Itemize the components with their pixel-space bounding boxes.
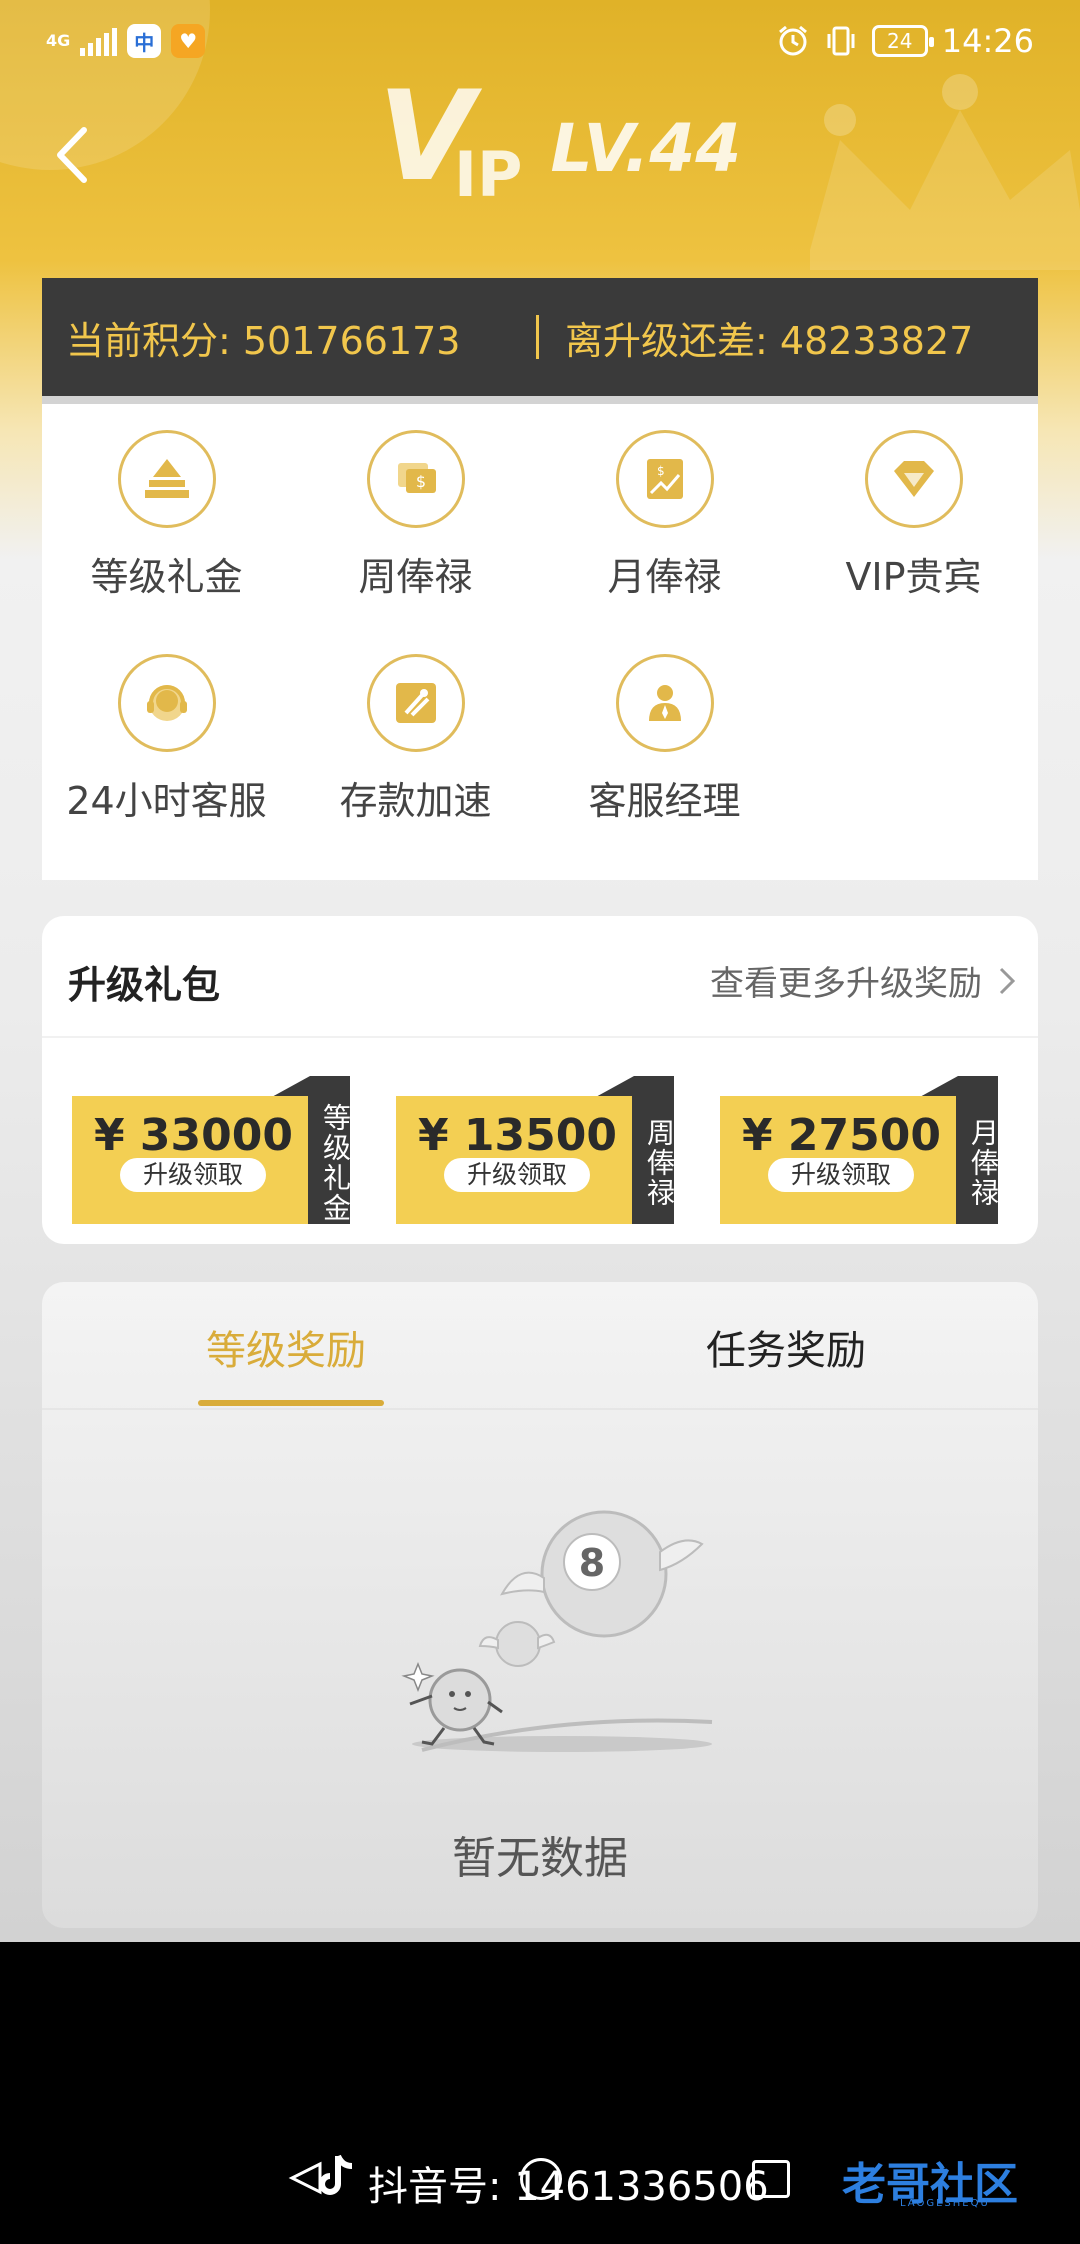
rewards-panel: 等级奖励 任务奖励 8 暂无数据 [42,1282,1038,1928]
more-link-label: 查看更多升级奖励 [710,964,982,1004]
current-points: 当前积分: 501766173 [66,318,461,363]
svg-text:$: $ [657,464,665,478]
community-logo-sub: LAOGESHEQU [900,2198,990,2209]
coupon-tag: 周俸禄 [632,1096,676,1224]
vip-level-logo: V IP LV.44 [378,75,742,212]
video-watermark: 抖音号: 1461336506 老哥社区 LAOGESHEQU [0,2140,1080,2220]
coupon-tag: 月俸禄 [956,1096,1000,1224]
home-circle-icon [520,2158,562,2200]
benefit-label: 周俸禄 [358,555,473,599]
coupon-weekly-salary[interactable]: ¥ 13500 升级领取 周俸禄 [396,1076,686,1224]
chart-card-icon: $ [646,459,683,499]
benefit-weekly-salary[interactable]: $ 周俸禄 [291,404,540,601]
diamond-icon [893,461,934,497]
rewards-tabs: 等级奖励 任务奖励 [42,1282,1038,1410]
alarm-icon [778,25,807,56]
network-type: 4G [46,31,71,50]
svg-text:8: 8 [579,1541,605,1585]
vibrate-icon [827,26,855,56]
benefit-label: 存款加速 [339,779,492,823]
coupon-tag-cap [918,1076,998,1098]
benefit-vip-guest[interactable]: VIP贵宾 [789,404,1038,601]
tabs-divider [42,1408,1038,1410]
signal-icon [80,26,118,56]
clock: 14:26 [941,22,1034,60]
empty-state-text: 暂无数据 [452,1833,628,1884]
coupon-monthly-salary[interactable]: ¥ 27500 升级领取 月俸禄 [720,1076,1010,1224]
notification-app-icon: 中 [127,24,162,58]
benefit-monthly-salary[interactable]: $ 月俸禄 [540,404,789,601]
battery-icon: 24 [871,25,934,57]
benefit-deposit-boost[interactable]: 存款加速 [291,628,540,825]
tab-task-rewards[interactable]: 任务奖励 [706,1318,866,1376]
points-bar: 当前积分: 501766173 离升级还差: 48233827 [42,278,1038,396]
points-divider [536,315,539,359]
points-bar-shadow [42,396,1038,404]
benefits-grid: 等级礼金 $ 周俸禄 $ 月俸禄 VIP贵宾 24小时客服 存款加速 客服经理 [42,404,1038,880]
battery-level: 24 [887,29,913,53]
headset-icon [146,685,187,721]
benefit-level-bonus[interactable]: 等级礼金 [42,404,291,601]
empty-state-illustration: 8 [401,1510,713,1752]
coupon-claim-label: 升级领取 [444,1158,590,1192]
douyin-id: 抖音号: 1461336506 [368,2164,769,2210]
tab-level-rewards[interactable]: 等级奖励 [206,1318,366,1376]
vip-logo-ip: IP [453,138,523,211]
svg-text:$: $ [415,472,425,491]
coupon-level-bonus[interactable]: ¥ 33000 升级领取 等级礼金 [72,1076,362,1224]
coupon-tag-cap [594,1076,674,1098]
benefit-24h-service[interactable]: 24小时客服 [42,628,291,825]
tiktok-logo-icon [319,2154,353,2195]
vip-level-text: LV.44 [550,110,742,187]
notification-app-icon-2: ♥ [171,24,206,58]
back-button[interactable] [44,120,104,190]
chevron-right-icon [999,967,1016,994]
status-bar: 4G 中 ♥ 24 14:26 [0,0,1080,86]
coupon-claim-label: 升级领取 [120,1158,266,1192]
benefit-label: 客服经理 [588,779,741,823]
benefit-label: 月俸禄 [607,555,722,599]
crown-decoration-icon [810,74,1080,270]
coupon-tag: 等级礼金 [308,1096,352,1224]
recents-square-icon [752,2160,790,2198]
money-bag-icon: $ [397,463,436,493]
points-to-upgrade: 离升级还差: 48233827 [565,318,974,363]
active-tab-indicator [198,1400,384,1406]
app-screen: 4G 中 ♥ 24 14:26 V IP LV.44 当前积分: 5017661… [0,0,1080,1942]
benefit-label: 24小时客服 [66,779,267,823]
coupon-amount: ¥ 13500 [418,1110,618,1161]
coupon-amount: ¥ 33000 [94,1110,294,1161]
benefit-account-manager[interactable]: 客服经理 [540,628,789,825]
coupon-claim-label: 升级领取 [768,1158,914,1192]
more-upgrade-rewards-link[interactable]: 查看更多升级奖励 [710,956,1016,1005]
coupon-tag-cap [270,1076,350,1098]
manager-icon [648,685,681,721]
coupon-amount: ¥ 27500 [742,1110,942,1161]
rocket-icon [395,683,436,723]
pyramid-icon [144,459,189,498]
upgrade-gift-card: 升级礼包 查看更多升级奖励 ¥ 33000 升级领取 等级礼金 ¥ 13500 … [42,916,1038,1244]
benefit-label: VIP贵宾 [845,555,982,599]
benefit-label: 等级礼金 [90,555,243,599]
upgrade-title: 升级礼包 [68,963,221,1007]
upgrade-divider [42,1036,1038,1038]
